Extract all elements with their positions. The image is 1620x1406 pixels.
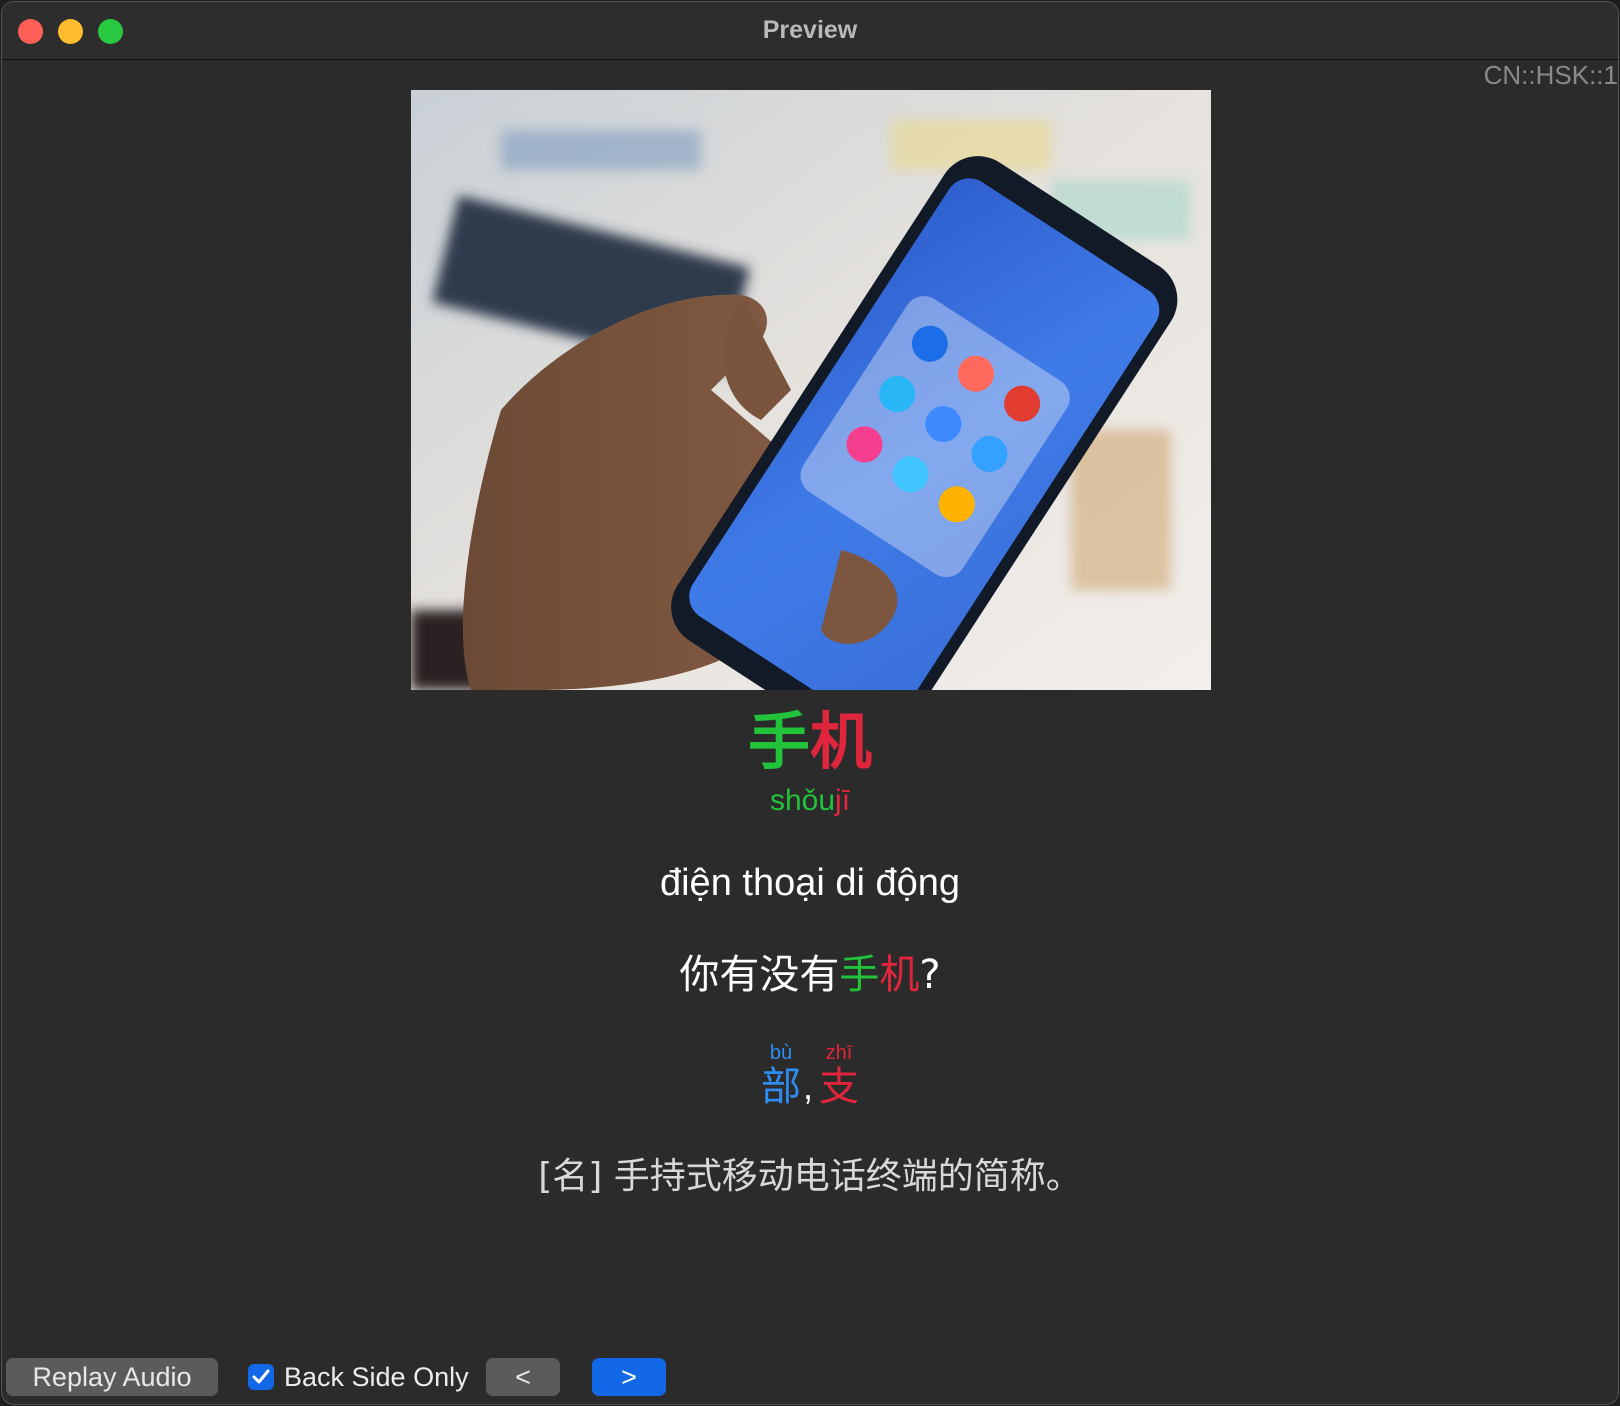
hanzi-char-2: 机 <box>810 705 873 778</box>
classifier-hanzi: 部 <box>760 1064 801 1110</box>
card-pinyin: shǒujī <box>2 782 1618 820</box>
deck-tag: CN::HSK::1 <box>1483 60 1618 90</box>
classifier-hanzi: 支 <box>819 1064 859 1110</box>
hanzi-char-1: 手 <box>747 705 810 778</box>
replay-audio-button[interactable]: Replay Audio <box>6 1358 218 1396</box>
example-sentence: 你有没有手机? <box>2 950 1618 1000</box>
smartphone-photo-image <box>411 90 1211 690</box>
classifier-separator: , <box>802 1066 813 1107</box>
card-meaning: điện thoại di động <box>659 862 961 904</box>
classifier-bu: bù 部 <box>761 1042 801 1110</box>
preview-window: Preview CN::HSK::1 手机 shǒujī điện thoại … <box>2 2 1618 1404</box>
example-suffix: ? <box>919 952 941 998</box>
classifier-zhi: zhī 支 <box>819 1042 859 1110</box>
checkmark-icon <box>252 1369 270 1384</box>
preview-controls: Replay Audio Back Side Only < > <box>2 1344 1618 1404</box>
previous-card-button[interactable]: < <box>486 1358 560 1396</box>
card-image <box>411 90 1211 690</box>
card-definition: [名] 手持式移动电话终端的简称。 <box>538 1156 1082 1197</box>
back-side-only-checkbox[interactable] <box>248 1364 274 1390</box>
pinyin-syllable-2: jī <box>835 784 851 817</box>
example-word-char-1: 手 <box>839 952 880 998</box>
example-prefix: 你有没有 <box>679 952 840 998</box>
back-side-only-toggle[interactable]: Back Side Only <box>248 1358 469 1396</box>
pinyin-syllable-1: shǒu <box>769 784 836 817</box>
example-word-char-2: 机 <box>879 952 920 998</box>
title-bar[interactable]: Preview <box>2 2 1618 60</box>
classifier-pinyin: zhī <box>825 1042 853 1064</box>
classifier-pinyin: bù <box>769 1042 793 1064</box>
classifiers: bù 部 , zhī 支 <box>2 1042 1618 1110</box>
back-side-only-label: Back Side Only <box>284 1361 469 1392</box>
window-title: Preview <box>762 16 858 44</box>
card-hanzi: 手机 <box>2 704 1618 780</box>
next-card-button[interactable]: > <box>592 1358 666 1396</box>
